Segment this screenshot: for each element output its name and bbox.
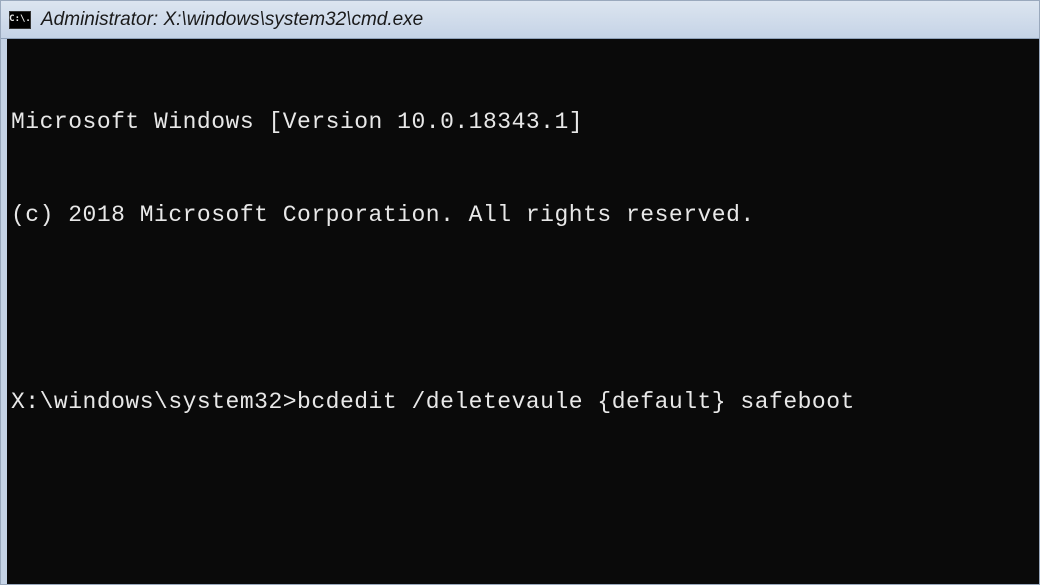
terminal-blank-line <box>11 293 1035 324</box>
terminal-output-line: (c) 2018 Microsoft Corporation. All righ… <box>11 200 1035 231</box>
terminal-prompt-line: X:\windows\system32>bcdedit /deletevaule… <box>11 387 1035 418</box>
window-title: Administrator: X:\windows\system32\cmd.e… <box>41 9 423 31</box>
cmd-window: C:\. Administrator: X:\windows\system32\… <box>0 0 1040 585</box>
terminal-body[interactable]: Microsoft Windows [Version 10.0.18343.1]… <box>1 39 1039 584</box>
terminal-prompt: X:\windows\system32> <box>11 387 297 418</box>
titlebar[interactable]: C:\. Administrator: X:\windows\system32\… <box>1 1 1039 39</box>
terminal-output-line: Microsoft Windows [Version 10.0.18343.1] <box>11 107 1035 138</box>
cmd-icon-label: C:\. <box>9 15 31 24</box>
terminal-command-input[interactable]: bcdedit /deletevaule {default} safeboot <box>297 387 855 418</box>
cmd-icon: C:\. <box>9 11 31 29</box>
